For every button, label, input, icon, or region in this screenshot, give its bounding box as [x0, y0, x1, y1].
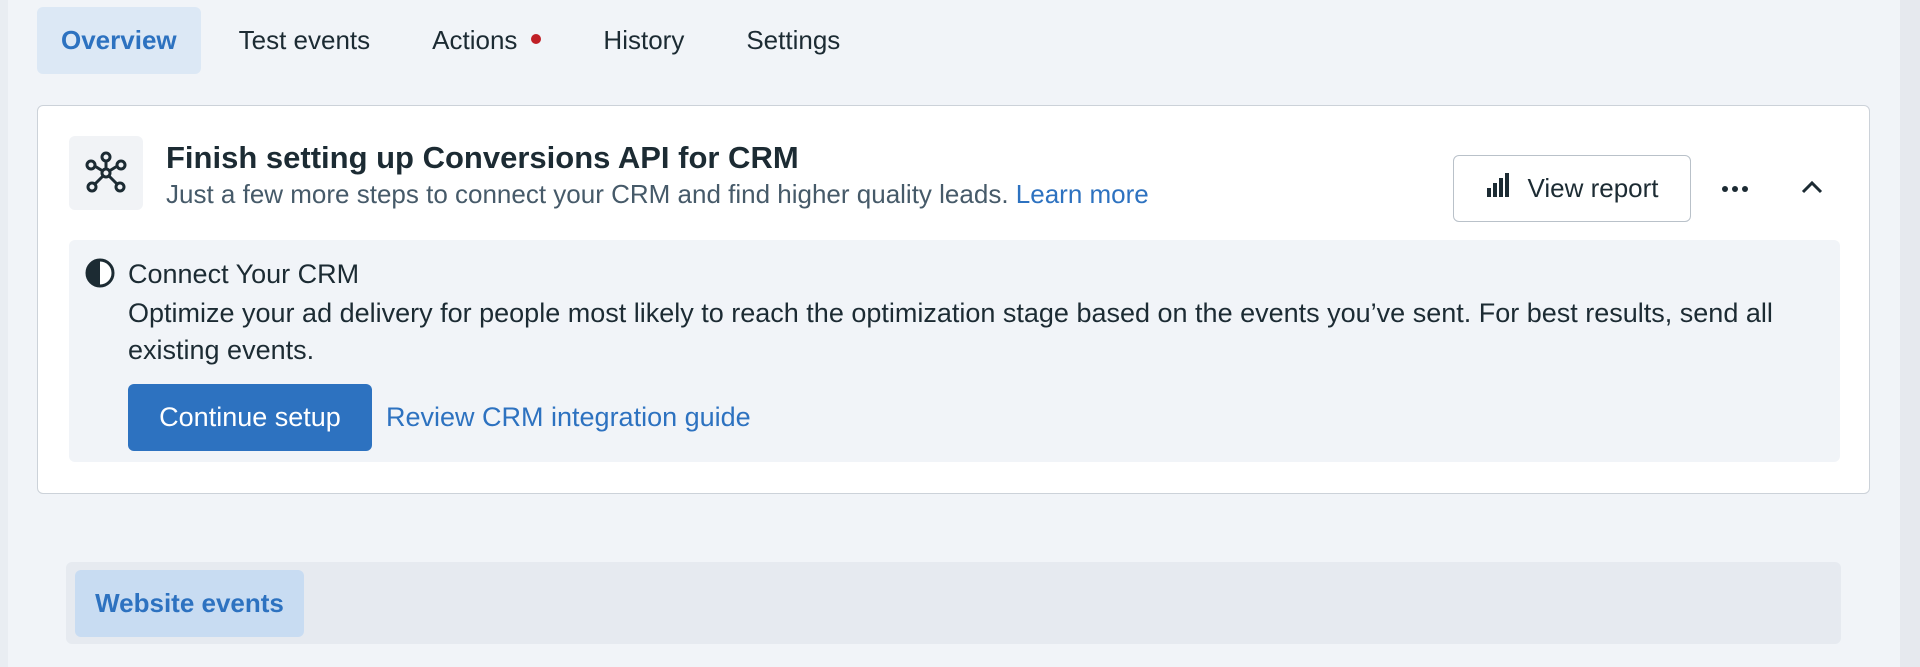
tab-label: History — [603, 25, 685, 55]
page: Overview Test events Actions History Set… — [0, 0, 1920, 667]
tab-overview[interactable]: Overview — [37, 7, 201, 74]
tab-label: Settings — [746, 25, 841, 55]
tab-bar: Overview Test events Actions History Set… — [37, 7, 878, 74]
tab-settings[interactable]: Settings — [722, 7, 864, 74]
tab-history[interactable]: History — [579, 7, 708, 74]
tab-label: Overview — [61, 25, 177, 55]
more-horizontal-icon — [1721, 180, 1749, 198]
tab-website-events[interactable]: Website events — [75, 570, 304, 637]
tab-label: Actions — [432, 25, 518, 55]
events-tab-bar: Website events — [66, 562, 1841, 644]
step-title: Connect Your CRM — [128, 259, 360, 289]
collapse-button[interactable] — [1790, 170, 1834, 208]
scrollbar-track[interactable] — [1900, 0, 1920, 667]
card-subtitle-text: Just a few more steps to connect your CR… — [166, 179, 1009, 209]
continue-setup-button[interactable]: Continue setup — [128, 384, 372, 451]
more-options-button[interactable] — [1710, 170, 1760, 208]
learn-more-link[interactable]: Learn more — [1016, 179, 1149, 209]
card-subtitle: Just a few more steps to connect your CR… — [166, 179, 1149, 210]
tab-actions[interactable]: Actions — [408, 7, 565, 74]
tab-label: Website events — [95, 588, 284, 618]
view-report-button[interactable]: View report — [1453, 155, 1691, 222]
half-circle-progress-icon — [84, 257, 116, 289]
tab-test-events[interactable]: Test events — [215, 7, 395, 74]
crm-setup-card: Finish setting up Conversions API for CR… — [37, 105, 1870, 494]
connect-crm-step: Connect Your CRM Optimize your ad delive… — [69, 240, 1840, 462]
left-rail — [0, 0, 8, 667]
view-report-label: View report — [1527, 173, 1659, 203]
chevron-up-icon — [1800, 179, 1824, 200]
notification-dot — [531, 33, 542, 44]
crm-guide-link[interactable]: Review CRM integration guide — [386, 402, 751, 433]
tab-label: Test events — [238, 25, 371, 55]
bar-chart-icon — [1485, 171, 1513, 206]
step-description: Optimize your ad delivery for people mos… — [128, 298, 1773, 365]
card-title: Finish setting up Conversions API for CR… — [166, 140, 799, 175]
network-nodes-icon — [69, 136, 143, 210]
